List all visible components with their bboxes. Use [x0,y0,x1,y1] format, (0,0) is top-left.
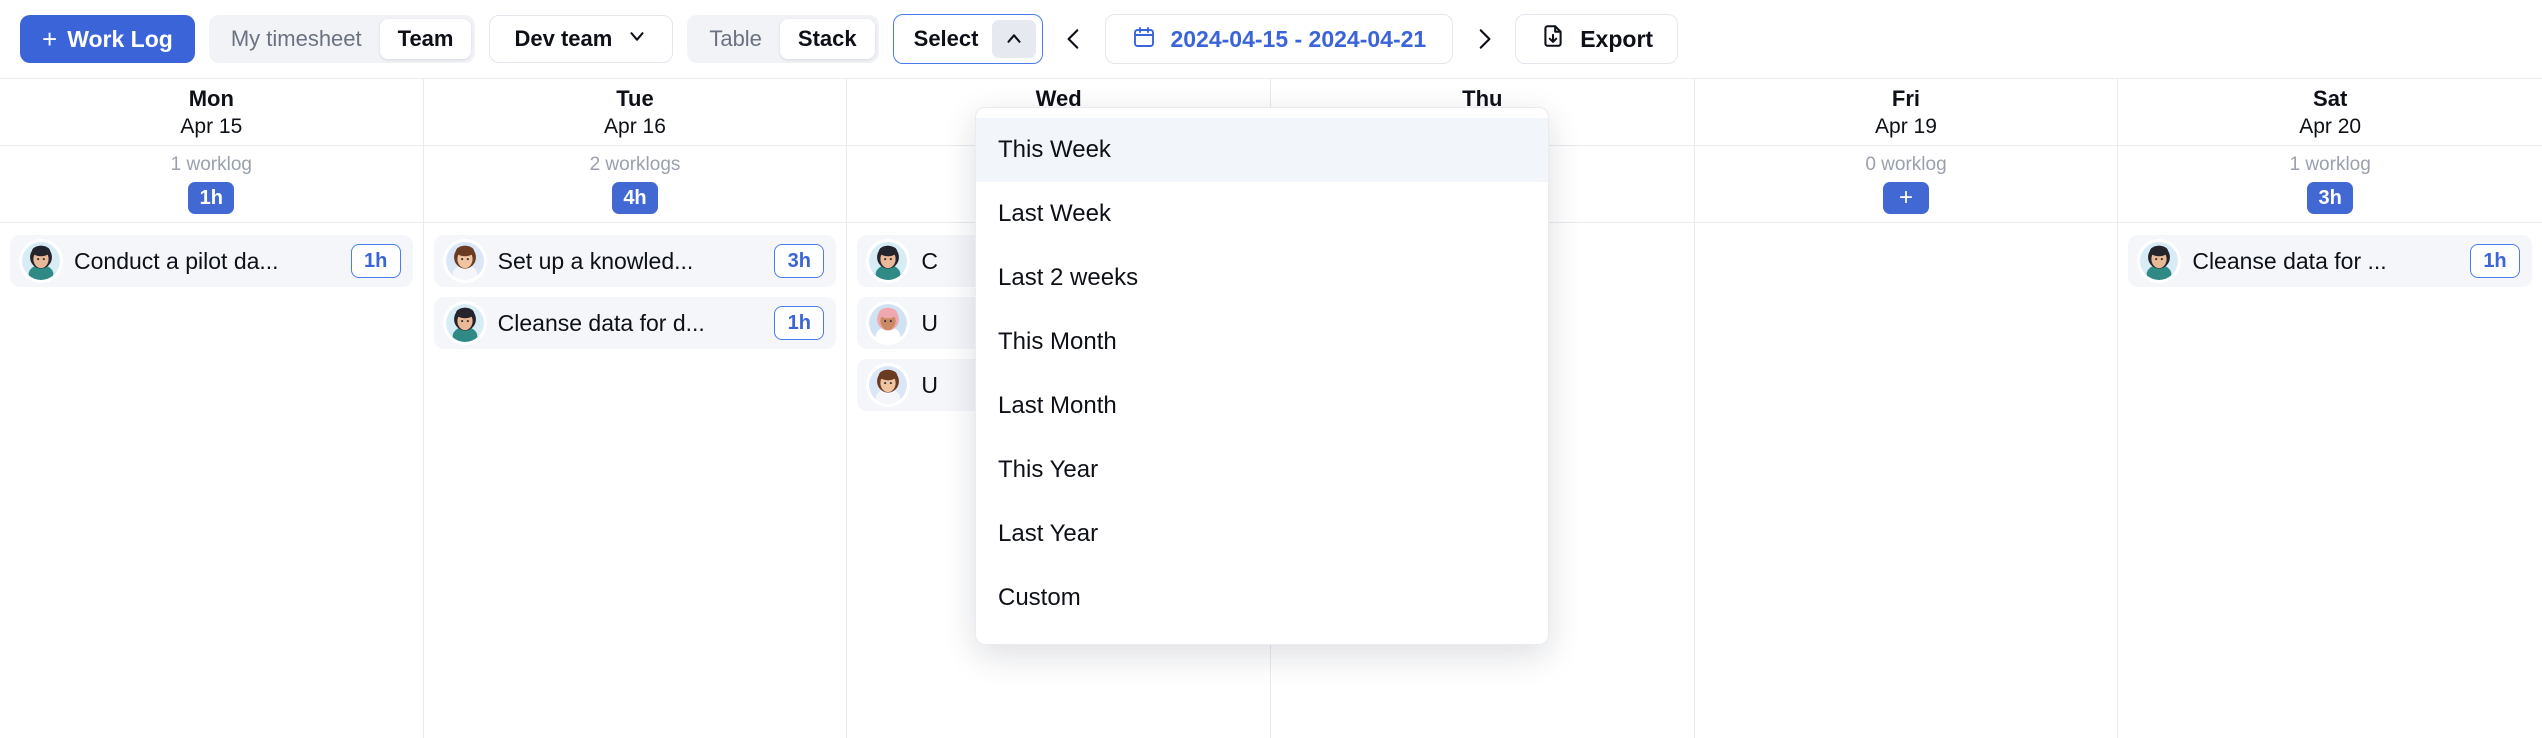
day-name: Sat [2313,85,2348,111]
worklog-card[interactable]: Conduct a pilot da... 1h [10,235,413,287]
day-header: Fri Apr 19 [1694,79,2118,146]
avatar [445,242,484,280]
dropdown-item-this-month[interactable]: This Month [976,310,1548,374]
add-worklog-button[interactable]: + [1882,182,1929,214]
worklog-count: 1 worklog [170,154,252,175]
worklog-card[interactable]: Set up a knowled... 3h [433,235,837,287]
date-range-text: 2024-04-15 - 2024-04-21 [1170,25,1427,52]
day-column-mon: Mon Apr 15 1 worklog 1h Conduct a pilot da.… [0,79,424,738]
chevron-right-icon [1479,29,1491,49]
day-column-fri: Fri Apr 19 0 worklog + [1694,79,2119,738]
day-header: Sat Apr 20 [2118,79,2542,146]
export-button[interactable]: Export [1515,14,1679,64]
day-date: Apr 16 [604,114,666,138]
day-column-tue: Tue Apr 16 2 worklogs 4h Set up a knowled..… [423,79,848,738]
toolbar: + Work Log My timesheet Team Dev team Ta… [0,0,2542,78]
day-summary: 1 worklog 3h [2118,146,2542,223]
day-name: Mon [188,85,234,111]
day-summary: 0 worklog + [1694,146,2118,223]
work-log-button-label: Work Log [67,25,173,52]
worklog-card[interactable]: Cleanse data for ... 1h [2128,235,2532,287]
worklog-card-list: Conduct a pilot da... 1h [0,223,423,287]
day-total-badge[interactable]: 4h [611,182,658,214]
chevron-up-icon [992,20,1037,58]
avatar [869,304,908,342]
timesheet-scope-toggle: My timesheet Team [208,15,476,63]
day-total-badge[interactable]: 3h [2307,182,2354,214]
toggle-stack-view[interactable]: Stack [779,19,875,59]
dropdown-item-last-month[interactable]: Last Month [976,374,1548,438]
dropdown-item-last-2-weeks[interactable]: Last 2 weeks [976,246,1548,310]
toggle-table-view[interactable]: Table [691,19,780,59]
day-date: Apr 15 [180,114,243,138]
chevron-down-icon [626,25,648,53]
worklog-count: 1 worklog [2289,154,2371,175]
worklog-hours-chip: 3h [774,244,825,278]
worklog-title: Cleanse data for ... [2192,247,2387,274]
worklog-hours-chip: 1h [350,244,401,278]
calendar-icon [1132,25,1156,54]
dropdown-item-this-week[interactable]: This Week [976,118,1548,182]
worklog-hours-chip: 1h [2469,244,2520,278]
file-download-icon [1540,23,1566,55]
range-select-button[interactable]: Select [892,14,1044,64]
day-name: Tue [616,85,654,111]
day-summary: 1 worklog 1h [0,146,423,223]
worklog-count: 2 worklogs [589,154,681,175]
day-header: Mon Apr 15 [0,79,423,146]
range-select-label: Select [913,26,979,51]
avatar [2140,242,2179,280]
avatar [22,242,60,280]
dropdown-item-last-week[interactable]: Last Week [976,182,1548,246]
dropdown-item-this-year[interactable]: This Year [976,438,1548,502]
timesheet-app: + Work Log My timesheet Team Dev team Ta… [0,0,2542,738]
dropdown-item-custom[interactable]: Custom [976,566,1548,630]
avatar [869,242,908,280]
worklog-card-list: Set up a knowled... 3h Cleanse data for d… [424,223,847,349]
worklog-count: 0 worklog [1865,154,1947,175]
toggle-my-timesheet[interactable]: My timesheet [213,19,380,59]
day-name: Fri [1891,85,1921,111]
worklog-title: Conduct a pilot da... [74,247,279,274]
team-select-label: Dev team [514,26,613,51]
chevron-left-icon [1067,29,1079,49]
day-date: Apr 19 [1875,114,1937,138]
date-range-dropdown: This Week Last Week Last 2 weeks This Month… [975,107,1549,645]
worklog-card-list: Cleanse data for ... 1h [2118,223,2542,287]
dropdown-item-last-year[interactable]: Last Year [976,502,1548,566]
work-log-button[interactable]: + Work Log [20,15,195,63]
view-mode-toggle: Table Stack [687,15,879,63]
plus-icon: + [42,24,58,54]
worklog-card[interactable]: Cleanse data for d... 1h [433,297,837,349]
next-period-button[interactable] [1467,15,1501,63]
date-range-picker[interactable]: 2024-04-15 - 2024-04-21 [1105,14,1454,64]
prev-period-button[interactable] [1057,15,1091,63]
day-total-badge[interactable]: 1h [188,182,235,214]
worklog-title: Set up a knowled... [497,247,694,274]
avatar [445,304,484,342]
day-column-sat: Sat Apr 20 1 worklog 3h Cleanse data for ..… [2118,79,2542,738]
export-button-label: Export [1580,25,1654,52]
team-select[interactable]: Dev team [489,15,674,63]
worklog-hours-chip: 1h [774,306,825,340]
day-summary: 2 worklogs 4h [423,146,847,223]
worklog-card-list [1695,223,2118,235]
day-date: Apr 20 [2299,114,2362,138]
avatar [869,366,908,404]
day-header: Tue Apr 16 [423,79,847,146]
toggle-team[interactable]: Team [379,19,472,59]
worklog-title: Cleanse data for d... [497,309,705,336]
